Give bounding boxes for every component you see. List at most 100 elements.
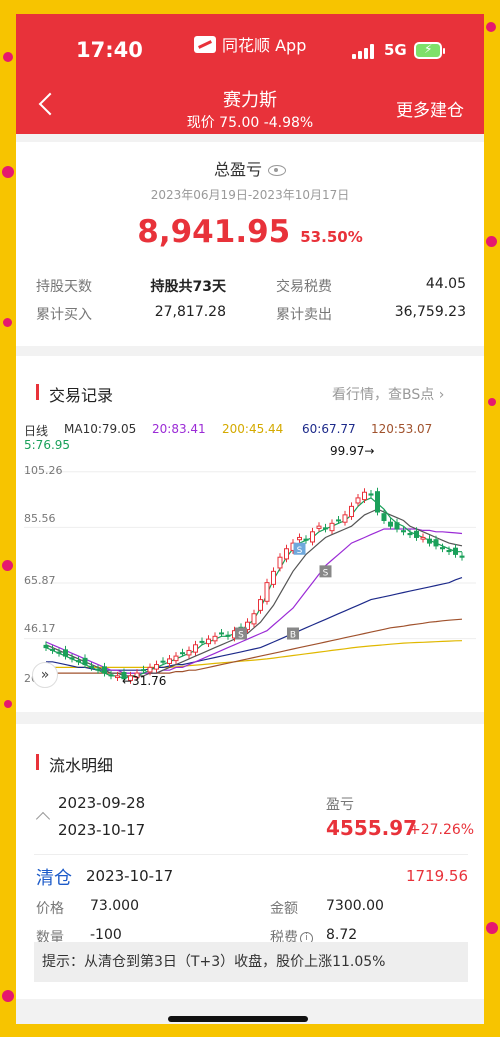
period-start-date: 2023-09-28 [58, 794, 146, 812]
legend-ma5: 5:76.95 [24, 438, 71, 452]
decor-dot [486, 22, 496, 32]
decor-dot [3, 318, 12, 327]
total-label: 金额 [270, 901, 298, 917]
y-tick-label: 105.26 [24, 464, 63, 477]
view-chart-link[interactable]: 看行情，查BS点 › [332, 384, 444, 404]
total-pl-pct: 53.50% [300, 228, 363, 246]
svg-text:S: S [238, 631, 244, 641]
period-pl-pct: +27.26% [409, 822, 475, 838]
sell-marker: S [235, 627, 247, 641]
candle-body [453, 547, 458, 555]
more-positions-button[interactable]: 更多建仓 [396, 96, 464, 121]
candle-body [271, 570, 276, 585]
candle-body [69, 657, 75, 660]
candle-body [427, 538, 432, 544]
total-sell-label: 累计卖出 [276, 307, 332, 323]
candle-body [381, 513, 387, 522]
legend-period[interactable]: 日线 [24, 422, 48, 439]
battery-charging-icon: ⚡ [414, 42, 445, 59]
candlestick-chart[interactable]: S S S B [16, 454, 484, 694]
total-buy-label: 累计买入 [36, 307, 92, 323]
total-pl-value: 8,941.95 [137, 214, 291, 250]
hint-box: 提示：从清仓到第3日（T+3）收盘，股价上涨11.05% [34, 942, 468, 982]
candle-body [440, 547, 445, 550]
candle-body [147, 666, 153, 673]
y-tick-label: 46.17 [24, 622, 56, 635]
candle-body [342, 514, 348, 523]
svg-text:S: S [323, 568, 329, 578]
flow-detail-card: 流水明细 2023-09-28 2023-10-17 盈亏 4555.97 +2… [16, 724, 484, 999]
candle-body [160, 660, 166, 663]
chevron-right-icon: › [438, 387, 445, 403]
candle-body [225, 634, 231, 637]
decor-dot [2, 166, 14, 178]
record-date: 2023-10-17 [86, 867, 174, 885]
total-sell-value: 36,759.23 [394, 304, 466, 320]
ma5-line [45, 497, 463, 680]
candle-body [316, 525, 322, 529]
decor-dot [486, 922, 498, 934]
section-marker [36, 754, 39, 770]
candle-body [407, 532, 413, 536]
candle-body [375, 491, 380, 513]
candle-body [154, 664, 159, 670]
app-name: 同花顺 App [222, 36, 307, 55]
sell-marker: S [293, 542, 306, 556]
view-chart-link-label: 看行情，查BS点 [332, 387, 435, 403]
candle-body [76, 660, 81, 663]
total-pl-title: 总盈亏 [16, 156, 484, 180]
app-header: 17:40 同花顺 App 5G ⚡ 赛力斯 现价 75.00 -4.98% 更… [16, 14, 484, 134]
candle-body [43, 644, 49, 649]
legend-ma120: 120:53.07 [371, 422, 433, 436]
ma20-line [45, 528, 463, 674]
decor-dot [488, 398, 496, 406]
svg-text:S: S [297, 546, 303, 556]
legend-ma200: 200:45.44 [222, 422, 284, 436]
candle-body [141, 669, 146, 672]
y-tick-label: 85.56 [24, 512, 56, 525]
candle-body [362, 491, 367, 501]
eye-icon[interactable] [268, 165, 286, 176]
ma200-line [46, 640, 463, 668]
candle-body [212, 635, 218, 642]
total-value: 7300.00 [326, 898, 384, 914]
summary-card: 总盈亏 2023年06月19日-2023年10月17日 8,941.95 53.5… [16, 142, 484, 346]
candle-body [264, 582, 270, 602]
candle-body [310, 531, 315, 543]
candle-body [219, 632, 224, 635]
decor-dot [486, 236, 497, 247]
candle-body [336, 519, 341, 522]
signal-bars-icon [352, 44, 376, 59]
status-time: 17:40 [76, 38, 143, 62]
quantity-value: -100 [90, 927, 122, 943]
total-pl-label: 总盈亏 [213, 160, 262, 179]
sell-marker: S [319, 565, 332, 578]
ma10-line [45, 508, 463, 677]
candle-body [173, 655, 179, 662]
candle-body [108, 674, 114, 677]
double-chevron-icon[interactable]: » [32, 662, 58, 688]
candle-body [297, 536, 302, 541]
candle-body [401, 530, 406, 533]
phone-screen: 17:40 同花顺 App 5G ⚡ 赛力斯 现价 75.00 -4.98% 更… [16, 14, 484, 1024]
candle-body [284, 548, 289, 560]
candle-body [115, 675, 120, 679]
decor-dot [4, 700, 12, 708]
candle-body [420, 536, 426, 540]
candle-body [394, 522, 400, 530]
legend-ma20: 20:83.41 [152, 422, 206, 436]
chevron-up-icon[interactable] [35, 811, 51, 827]
candle-body [193, 644, 198, 653]
candle-body [303, 538, 309, 541]
candle-body [459, 555, 465, 558]
period-pl-value: 4555.97 [326, 816, 418, 840]
candle-body [206, 638, 211, 645]
section-marker [36, 384, 39, 400]
candle-body [446, 549, 452, 553]
home-indicator[interactable] [168, 1016, 308, 1022]
candle-body [89, 665, 94, 668]
record-amount: 1719.56 [405, 867, 468, 885]
candle-body [329, 522, 335, 532]
period-pl-label: 盈亏 [326, 797, 354, 813]
divider [34, 854, 468, 855]
